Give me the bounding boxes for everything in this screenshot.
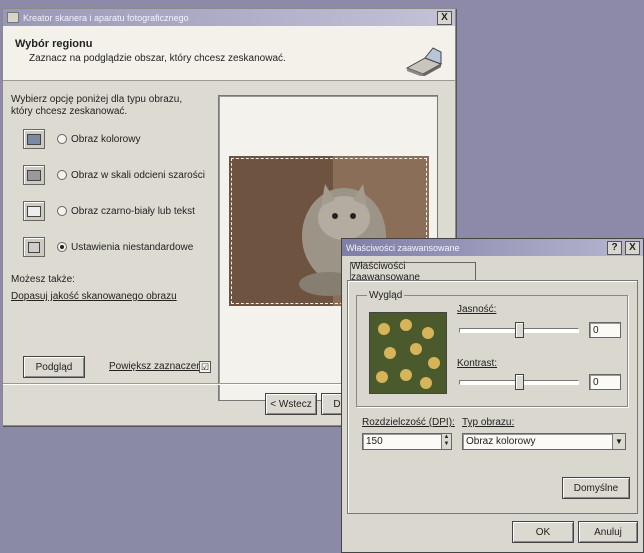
back-button[interactable]: < Wstecz	[265, 393, 317, 415]
option-color-image[interactable]: Obraz kolorowy	[23, 129, 140, 149]
contrast-label: Kontrast:	[457, 358, 498, 369]
option-grayscale-image[interactable]: Obraz w skali odcieni szarości	[23, 165, 205, 185]
grayscale-image-icon	[23, 165, 45, 185]
radio-color-image[interactable]	[57, 134, 67, 144]
option-grayscale-label: Obraz w skali odcieni szarości	[71, 169, 205, 181]
also-label: Możesz także:	[11, 274, 75, 285]
image-type-select[interactable]: Obraz kolorowy ▼	[462, 433, 626, 450]
image-type-value: Obraz kolorowy	[466, 436, 536, 447]
option-bw-text-label: Obraz czarno-biały lub tekst	[71, 205, 195, 217]
resolution-field[interactable]: 150 ▲ ▼	[362, 433, 452, 450]
resolution-spinner[interactable]: ▲ ▼	[441, 434, 451, 449]
custom-settings-icon	[23, 237, 45, 257]
advanced-tab-panel: Wygląd Jasność: 0 Kontrast: 0 Rozdzielcz…	[347, 280, 638, 514]
ok-button[interactable]: OK	[512, 521, 574, 543]
page-subtitle: Zaznacz na podglądzie obszar, który chce…	[29, 53, 286, 64]
page-title: Wybór regionu	[15, 38, 93, 50]
image-type-prompt: Wybierz opcję poniżej dla typu obrazu, k…	[11, 94, 183, 117]
radio-bw-text[interactable]	[57, 206, 67, 216]
defaults-button[interactable]: Domyślne	[562, 477, 630, 499]
wizard-header: Wybór regionu Zaznacz na podglądzie obsz…	[3, 26, 455, 81]
radio-grayscale-image[interactable]	[57, 170, 67, 180]
scanner-icon	[405, 47, 443, 76]
appearance-group: Wygląd Jasność: 0 Kontrast: 0	[356, 290, 628, 407]
enlarge-selection-label: Powiększ zaznaczenie	[109, 361, 210, 372]
appearance-preview-thumbnail	[369, 312, 447, 394]
brightness-label: Jasność:	[457, 304, 497, 315]
color-image-icon	[23, 129, 45, 149]
contrast-value-field[interactable]: 0	[589, 374, 621, 390]
appearance-group-label: Wygląd	[367, 290, 405, 301]
cancel-button[interactable]: Anuluj	[578, 521, 638, 543]
advanced-title: Właściwości zaawansowane	[346, 242, 460, 253]
brightness-slider-handle[interactable]	[515, 322, 524, 338]
advanced-titlebar: Właściwości zaawansowane ? X	[342, 239, 643, 256]
chevron-down-icon[interactable]: ▼	[612, 434, 625, 449]
wizard-titlebar: Kreator skanera i aparatu fotograficzneg…	[3, 9, 455, 26]
brightness-value-field[interactable]: 0	[589, 322, 621, 338]
contrast-slider-handle[interactable]	[515, 374, 524, 390]
option-custom-settings[interactable]: Ustawienia niestandardowe	[23, 237, 193, 257]
adjust-quality-link[interactable]: Dopasuj jakość skanowanego obrazu	[11, 291, 177, 302]
wizard-title: Kreator skanera i aparatu fotograficzneg…	[23, 12, 189, 23]
option-bw-text[interactable]: Obraz czarno-biały lub tekst	[23, 201, 195, 221]
wizard-close-button[interactable]: X	[437, 10, 452, 25]
option-custom-label: Ustawienia niestandardowe	[71, 241, 194, 253]
resolution-label: Rozdzielczość (DPI):	[362, 417, 455, 428]
resolution-value: 150	[366, 436, 383, 447]
radio-custom-settings[interactable]	[57, 242, 67, 252]
advanced-close-button[interactable]: X	[625, 240, 640, 255]
preview-button[interactable]: Podgląd	[23, 356, 85, 378]
enlarge-selection-checkbox[interactable]: ☑	[199, 361, 211, 373]
help-button[interactable]: ?	[607, 240, 622, 255]
option-color-image-label: Obraz kolorowy	[71, 133, 141, 145]
advanced-properties-dialog: Właściwości zaawansowane ? X Właściwości…	[341, 238, 644, 553]
bw-text-icon	[23, 201, 45, 221]
tab-advanced-properties[interactable]: Właściwości zaawansowane	[350, 261, 476, 283]
desktop-background-lower	[0, 424, 360, 553]
wizard-app-icon	[7, 12, 19, 23]
image-type-label: Typ obrazu:	[462, 417, 515, 428]
